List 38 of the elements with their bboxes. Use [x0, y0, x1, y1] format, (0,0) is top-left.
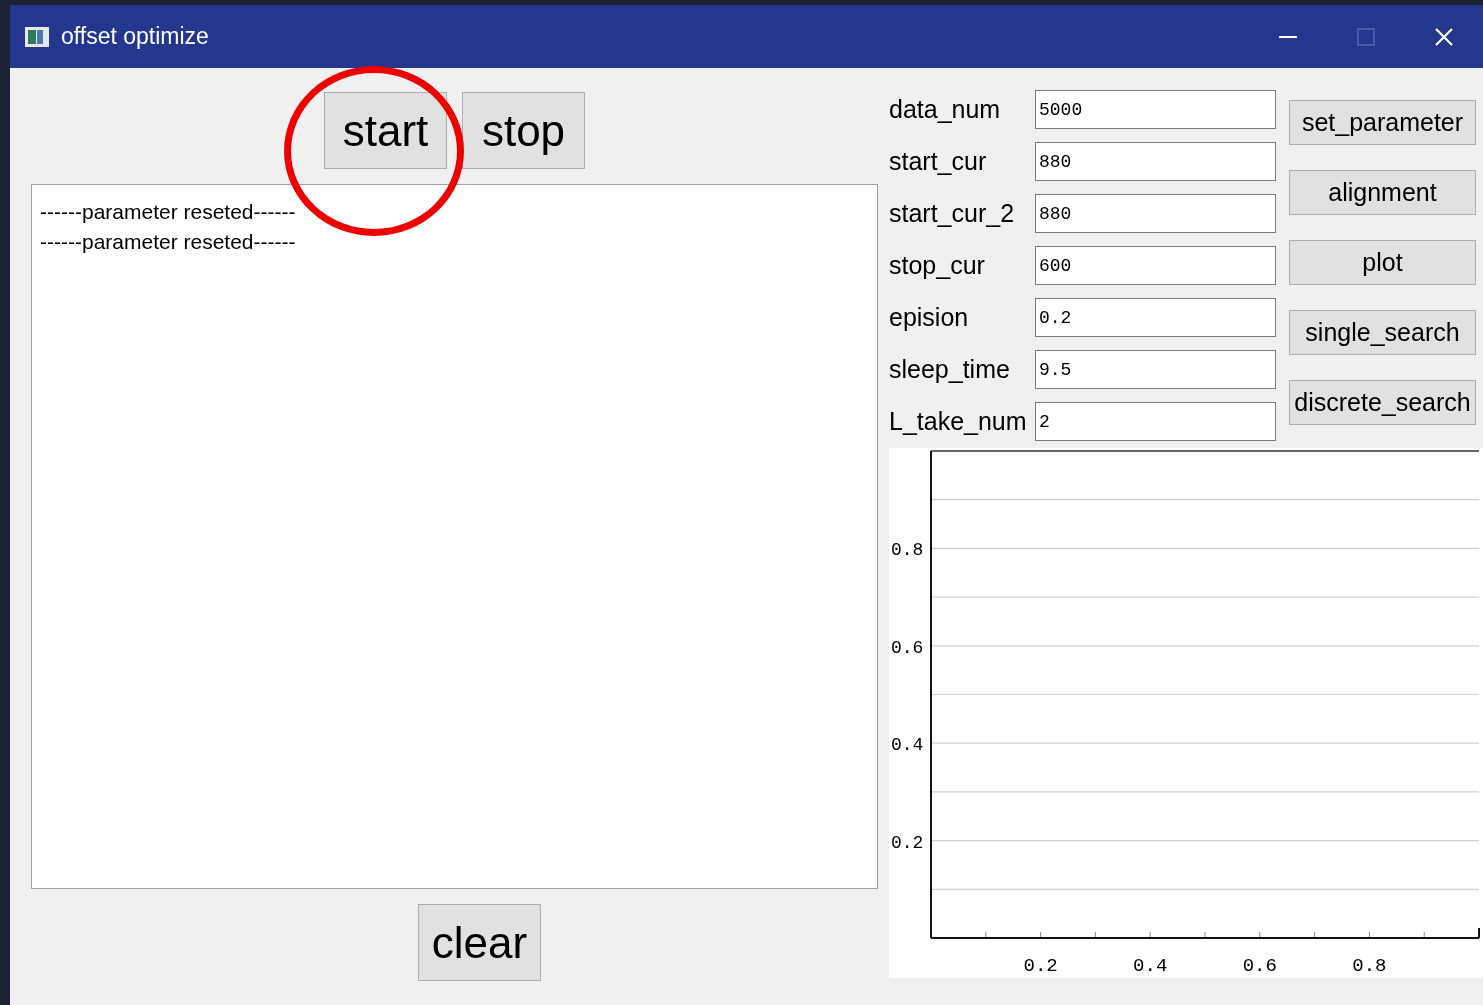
parameter-label: sleep_time — [889, 355, 1011, 384]
x-tick-label: 0.2 — [1023, 955, 1058, 977]
close-icon — [1434, 26, 1454, 47]
x-tick-label: 0.8 — [1352, 955, 1387, 977]
y-tick-label: 0.4 — [891, 735, 924, 756]
x-tick-label: 0.6 — [1242, 955, 1277, 977]
action-button[interactable]: plot — [1289, 240, 1476, 285]
clear-button[interactable]: clear — [418, 904, 541, 981]
start-button[interactable]: start — [324, 92, 447, 169]
x-tick-label: 0.4 — [1133, 955, 1168, 977]
parameter-label: stop_cur — [889, 251, 986, 280]
log-line: ------parameter reseted------ — [40, 199, 297, 225]
action-button[interactable]: single_search — [1289, 310, 1476, 355]
parameter-field[interactable]: 5000 — [1035, 90, 1276, 129]
window-title: offset optimize — [61, 23, 210, 50]
log-line: ------parameter reseted------ — [40, 229, 297, 255]
parameter-field[interactable]: 600 — [1035, 246, 1276, 285]
action-button[interactable]: discrete_search — [1289, 380, 1476, 425]
y-tick-label: 0.6 — [891, 637, 924, 658]
y-tick-label: 0.2 — [891, 832, 924, 853]
maximize-icon — [1357, 27, 1375, 46]
stop-button[interactable]: stop — [462, 92, 585, 169]
parameter-label: start_cur — [889, 147, 988, 176]
action-button[interactable]: set_parameter — [1289, 100, 1476, 145]
parameter-field[interactable]: 880 — [1035, 194, 1276, 233]
app-icon — [25, 26, 49, 47]
parameter-label: data_num — [889, 95, 1002, 124]
parameter-field[interactable]: 2 — [1035, 402, 1276, 441]
y-tick-label: 0.8 — [891, 540, 924, 561]
parameter-label: L_take_num — [889, 407, 1028, 436]
parameter-field[interactable]: 880 — [1035, 142, 1276, 181]
parameter-field[interactable]: 0.2 — [1035, 298, 1276, 337]
action-button[interactable]: alignment — [1289, 170, 1476, 215]
parameter-label: epision — [889, 303, 970, 332]
minimize-icon — [1279, 35, 1297, 38]
log-area[interactable]: ------parameter reseted------ ------parameter reseted------ — [31, 184, 878, 889]
parameter-label: start_cur_2 — [889, 199, 1016, 228]
parameter-field[interactable]: 9.5 — [1035, 350, 1276, 389]
